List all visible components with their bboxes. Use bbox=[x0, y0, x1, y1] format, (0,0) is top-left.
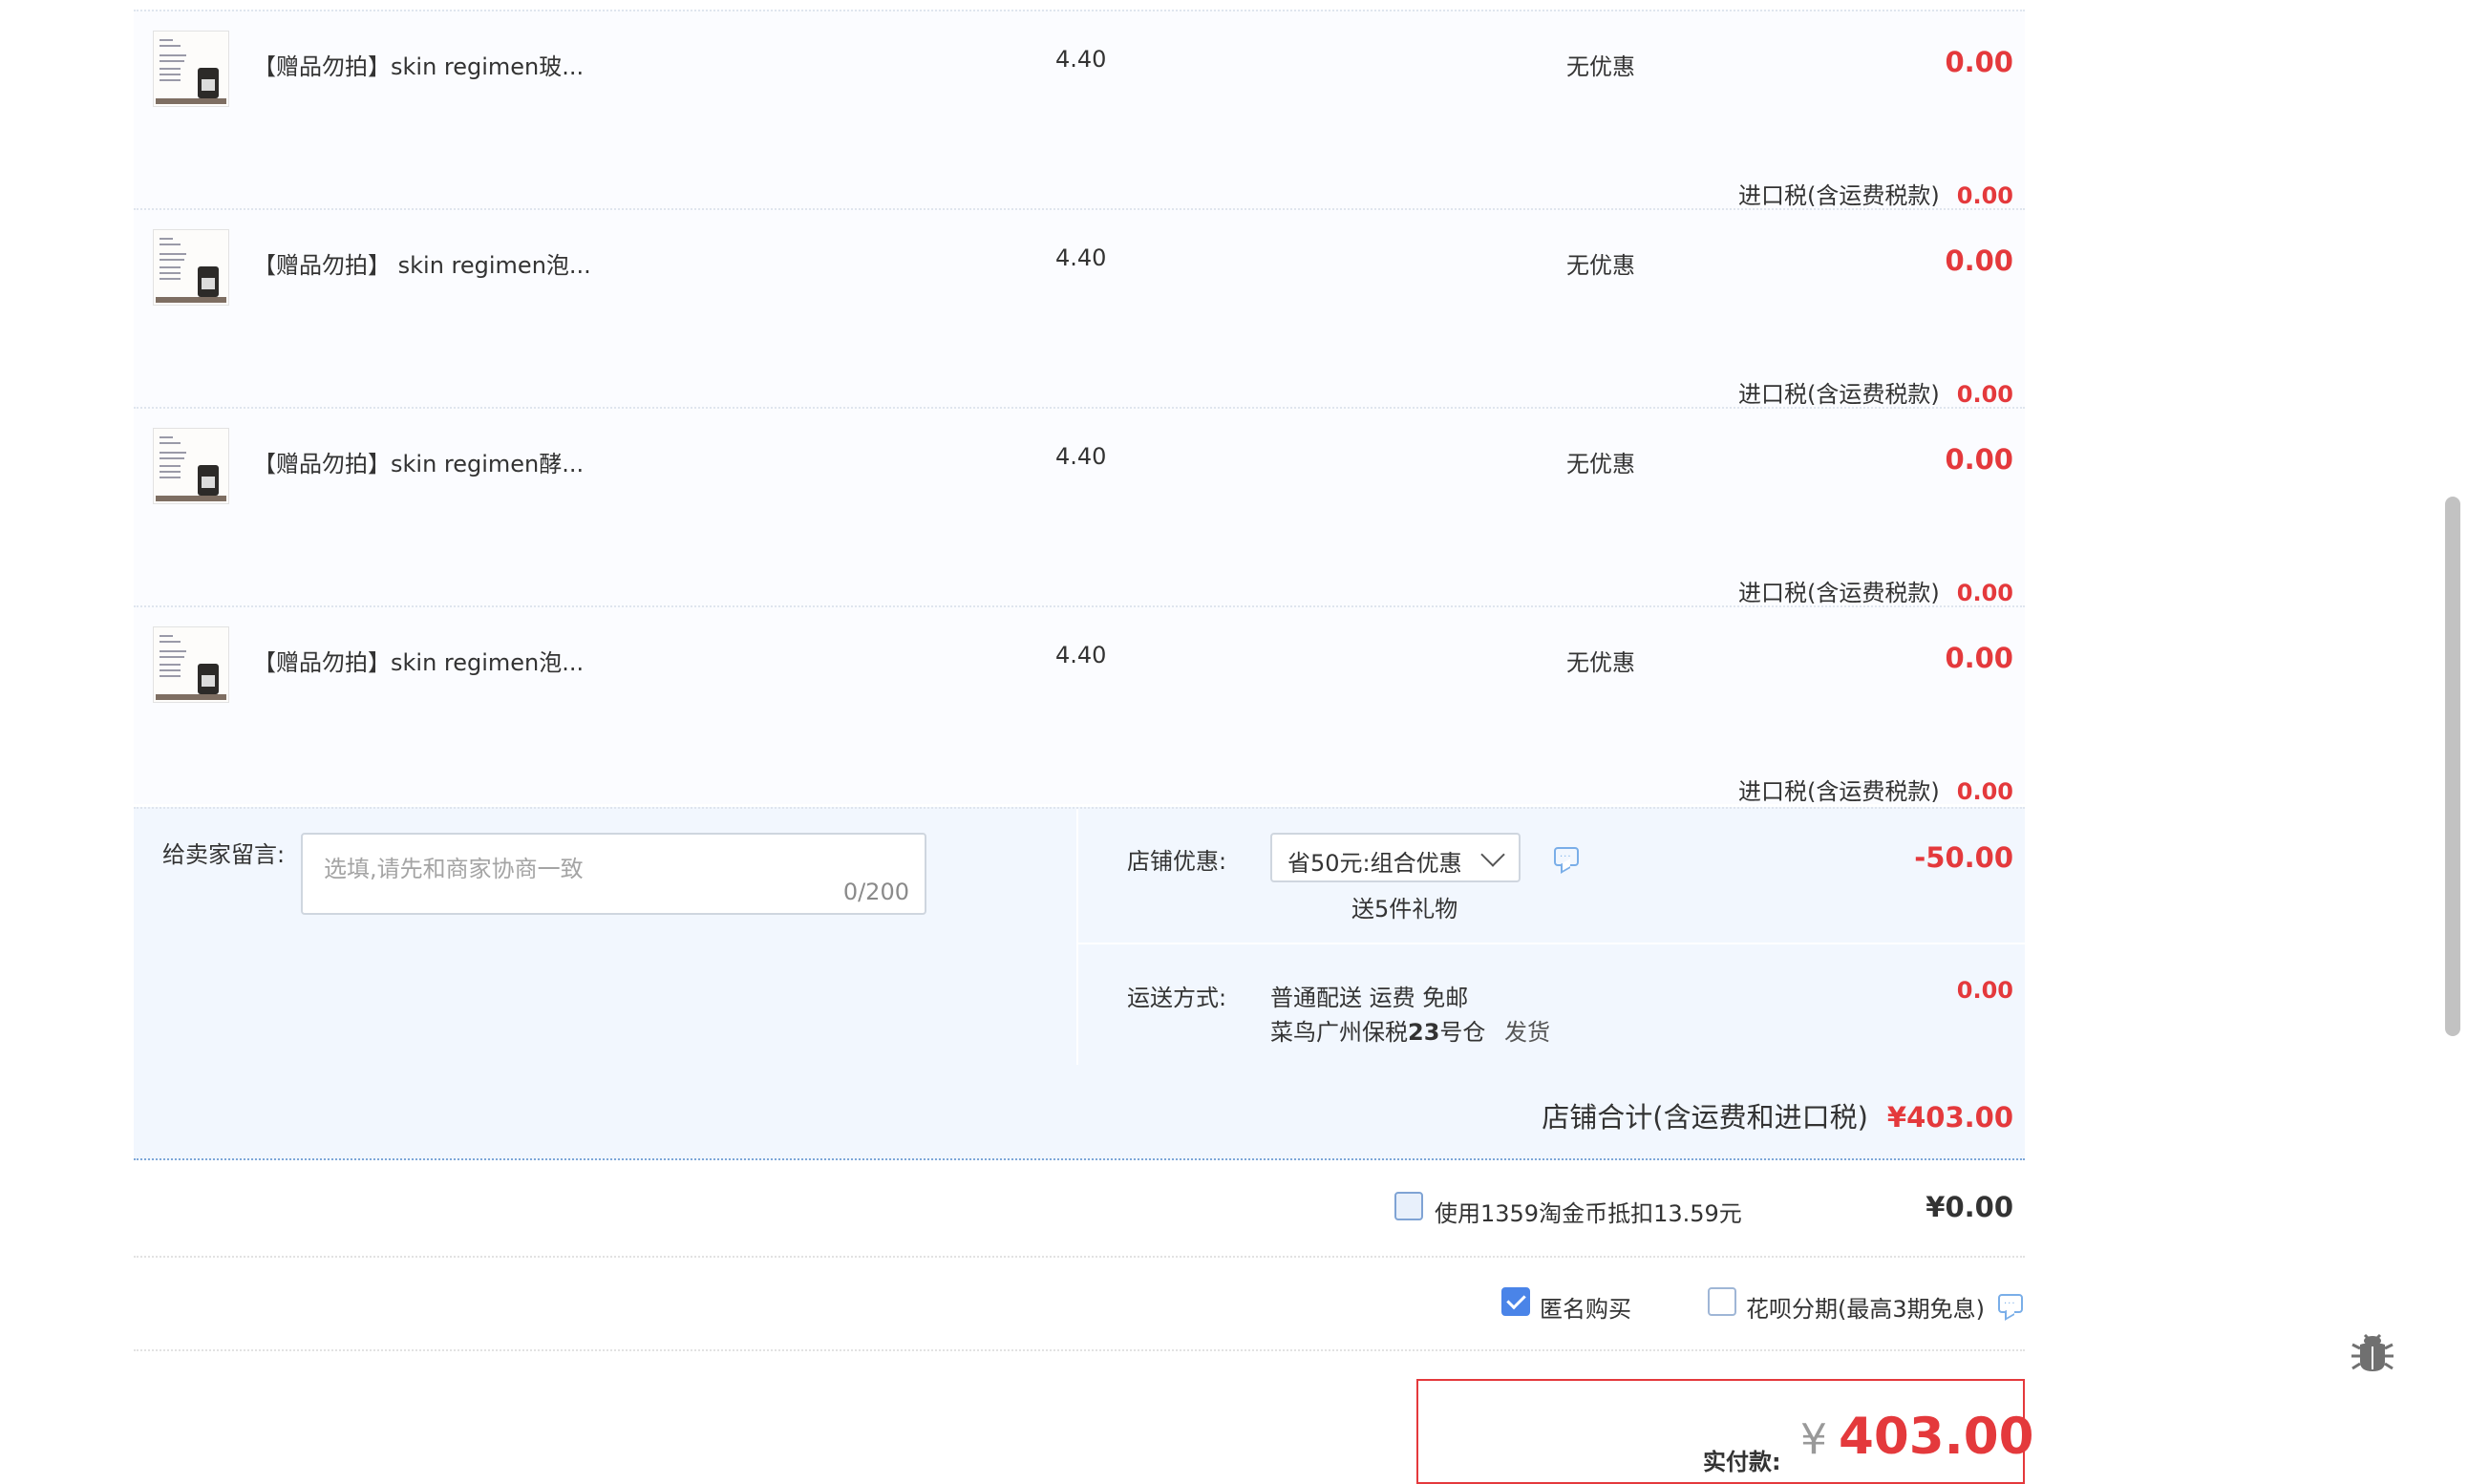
shipping-method: 普通配送 运费 免邮 bbox=[1270, 985, 1469, 1011]
shipping-warehouse: 菜鸟广州保税23号仓 bbox=[1270, 1013, 1485, 1047]
product-price: 4.40 bbox=[1055, 443, 1107, 470]
product-promo: 无优惠 bbox=[1566, 53, 1635, 80]
scrollbar[interactable] bbox=[2445, 497, 2460, 1036]
payment-box: 实付款: ¥ 403.00 bbox=[1416, 1379, 2034, 1484]
store-section: 给卖家留言: 选填,请先和商家协商一致 0/200 店铺优惠: 省50元:组合优… bbox=[134, 807, 2025, 1067]
huabei-label[interactable]: 花呗分期(最高3期免息) bbox=[1746, 1290, 1985, 1324]
product-title[interactable]: 【赠品勿拍】skin regimen酵... bbox=[253, 445, 584, 478]
order-page: 【赠品勿拍】skin regimen玻... 4.40 无优惠 0.00 进口税… bbox=[134, 0, 2034, 1484]
import-tax-label: 进口税(含运费税款) bbox=[1738, 381, 1940, 408]
store-total-row: 店铺合计(含运费和进口税) ¥403.00 bbox=[134, 1065, 2025, 1160]
bug-icon[interactable] bbox=[2348, 1325, 2397, 1375]
product-title[interactable]: 【赠品勿拍】 skin regimen泡... bbox=[253, 246, 591, 280]
import-tax-value: 0.00 bbox=[1956, 778, 2013, 805]
product-thumbnail[interactable] bbox=[153, 229, 229, 306]
coin-label[interactable]: 使用1359淘金币抵扣13.59元 bbox=[1435, 1195, 1742, 1228]
list-item: 【赠品勿拍】skin regimen酵... 4.40 无优惠 0.00 进口税… bbox=[134, 407, 2025, 607]
product-thumbnail[interactable] bbox=[153, 31, 229, 107]
chevron-down-icon bbox=[1480, 842, 1505, 867]
store-discount-label: 店铺优惠: bbox=[1127, 848, 1227, 875]
options-row: 匿名购买 花呗分期(最高3期免息) ··· bbox=[134, 1258, 2025, 1351]
shipping-value: 0.00 bbox=[1956, 977, 2013, 1004]
list-item: 【赠品勿拍】 skin regimen泡... 4.40 无优惠 0.00 进口… bbox=[134, 208, 2025, 409]
seller-message-input[interactable]: 选填,请先和商家协商一致 0/200 bbox=[301, 833, 926, 915]
chat-bubble-icon[interactable]: ··· bbox=[1998, 1294, 2023, 1313]
product-price: 4.40 bbox=[1055, 642, 1107, 668]
product-promo: 无优惠 bbox=[1566, 252, 1635, 279]
payment-label: 实付款: bbox=[1703, 1449, 1781, 1475]
message-label: 给卖家留言: bbox=[162, 841, 286, 868]
product-subtotal: 0.00 bbox=[1945, 46, 2013, 78]
store-discount-value: -50.00 bbox=[1914, 841, 2013, 874]
divider bbox=[1076, 809, 1078, 1067]
message-counter: 0/200 bbox=[842, 879, 909, 905]
huabei-checkbox[interactable] bbox=[1708, 1287, 1736, 1316]
product-promo: 无优惠 bbox=[1566, 451, 1635, 477]
coin-value: ¥0.00 bbox=[1925, 1191, 2013, 1223]
list-item: 【赠品勿拍】skin regimen玻... 4.40 无优惠 0.00 进口税… bbox=[134, 10, 2025, 210]
import-tax-label: 进口税(含运费税款) bbox=[1738, 182, 1940, 209]
product-subtotal: 0.00 bbox=[1945, 244, 2013, 277]
warehouse-suffix: 号仓 bbox=[1439, 1019, 1486, 1046]
import-tax-value: 0.00 bbox=[1956, 381, 2013, 408]
store-discount-select[interactable]: 省50元:组合优惠 bbox=[1270, 833, 1521, 882]
import-tax: 进口税(含运费税款) 0.00 bbox=[1738, 773, 2013, 806]
product-subtotal: 0.00 bbox=[1945, 443, 2013, 476]
gift-text: 送5件礼物 bbox=[1351, 896, 1458, 922]
store-discount-selected: 省50元:组合优惠 bbox=[1287, 850, 1462, 877]
payment-amount: 403.00 bbox=[1839, 1408, 2034, 1466]
chat-bubble-icon[interactable]: ··· bbox=[1554, 847, 1579, 866]
import-tax: 进口税(含运费税款) 0.00 bbox=[1738, 574, 2013, 607]
import-tax-value: 0.00 bbox=[1956, 182, 2013, 209]
import-tax: 进口税(含运费税款) 0.00 bbox=[1738, 375, 2013, 409]
product-subtotal: 0.00 bbox=[1945, 642, 2013, 674]
ship-text: 发货 bbox=[1504, 1019, 1550, 1046]
warehouse-number: 23 bbox=[1408, 1019, 1440, 1046]
anonymous-checkbox[interactable] bbox=[1501, 1287, 1530, 1316]
anonymous-label[interactable]: 匿名购买 bbox=[1540, 1290, 1631, 1324]
product-promo: 无优惠 bbox=[1566, 649, 1635, 676]
import-tax-label: 进口税(含运费税款) bbox=[1738, 778, 1940, 805]
product-title[interactable]: 【赠品勿拍】skin regimen泡... bbox=[253, 644, 584, 677]
coin-row: 使用1359淘金币抵扣13.59元 ¥0.00 bbox=[134, 1162, 2025, 1258]
product-thumbnail[interactable] bbox=[153, 428, 229, 504]
store-total-value: ¥403.00 bbox=[1886, 1101, 2013, 1134]
payment-currency: ¥ bbox=[1800, 1415, 1827, 1464]
product-title[interactable]: 【赠品勿拍】skin regimen玻... bbox=[253, 48, 584, 81]
product-thumbnail[interactable] bbox=[153, 626, 229, 703]
coin-checkbox[interactable] bbox=[1394, 1192, 1423, 1220]
divider bbox=[1078, 943, 2025, 944]
store-total: 店铺合计(含运费和进口税) ¥403.00 bbox=[1542, 1095, 2013, 1135]
store-total-label: 店铺合计(含运费和进口税) bbox=[1542, 1101, 1868, 1134]
warehouse-prefix: 菜鸟广州保税 bbox=[1270, 1019, 1408, 1046]
import-tax-label: 进口税(含运费税款) bbox=[1738, 580, 1940, 606]
product-price: 4.40 bbox=[1055, 46, 1107, 73]
import-tax: 进口税(含运费税款) 0.00 bbox=[1738, 177, 2013, 210]
message-placeholder: 选填,请先和商家协商一致 bbox=[324, 856, 584, 882]
product-price: 4.40 bbox=[1055, 244, 1107, 271]
import-tax-value: 0.00 bbox=[1956, 580, 2013, 606]
shipping-label: 运送方式: bbox=[1127, 985, 1227, 1011]
list-item: 【赠品勿拍】skin regimen泡... 4.40 无优惠 0.00 进口税… bbox=[134, 605, 2025, 806]
